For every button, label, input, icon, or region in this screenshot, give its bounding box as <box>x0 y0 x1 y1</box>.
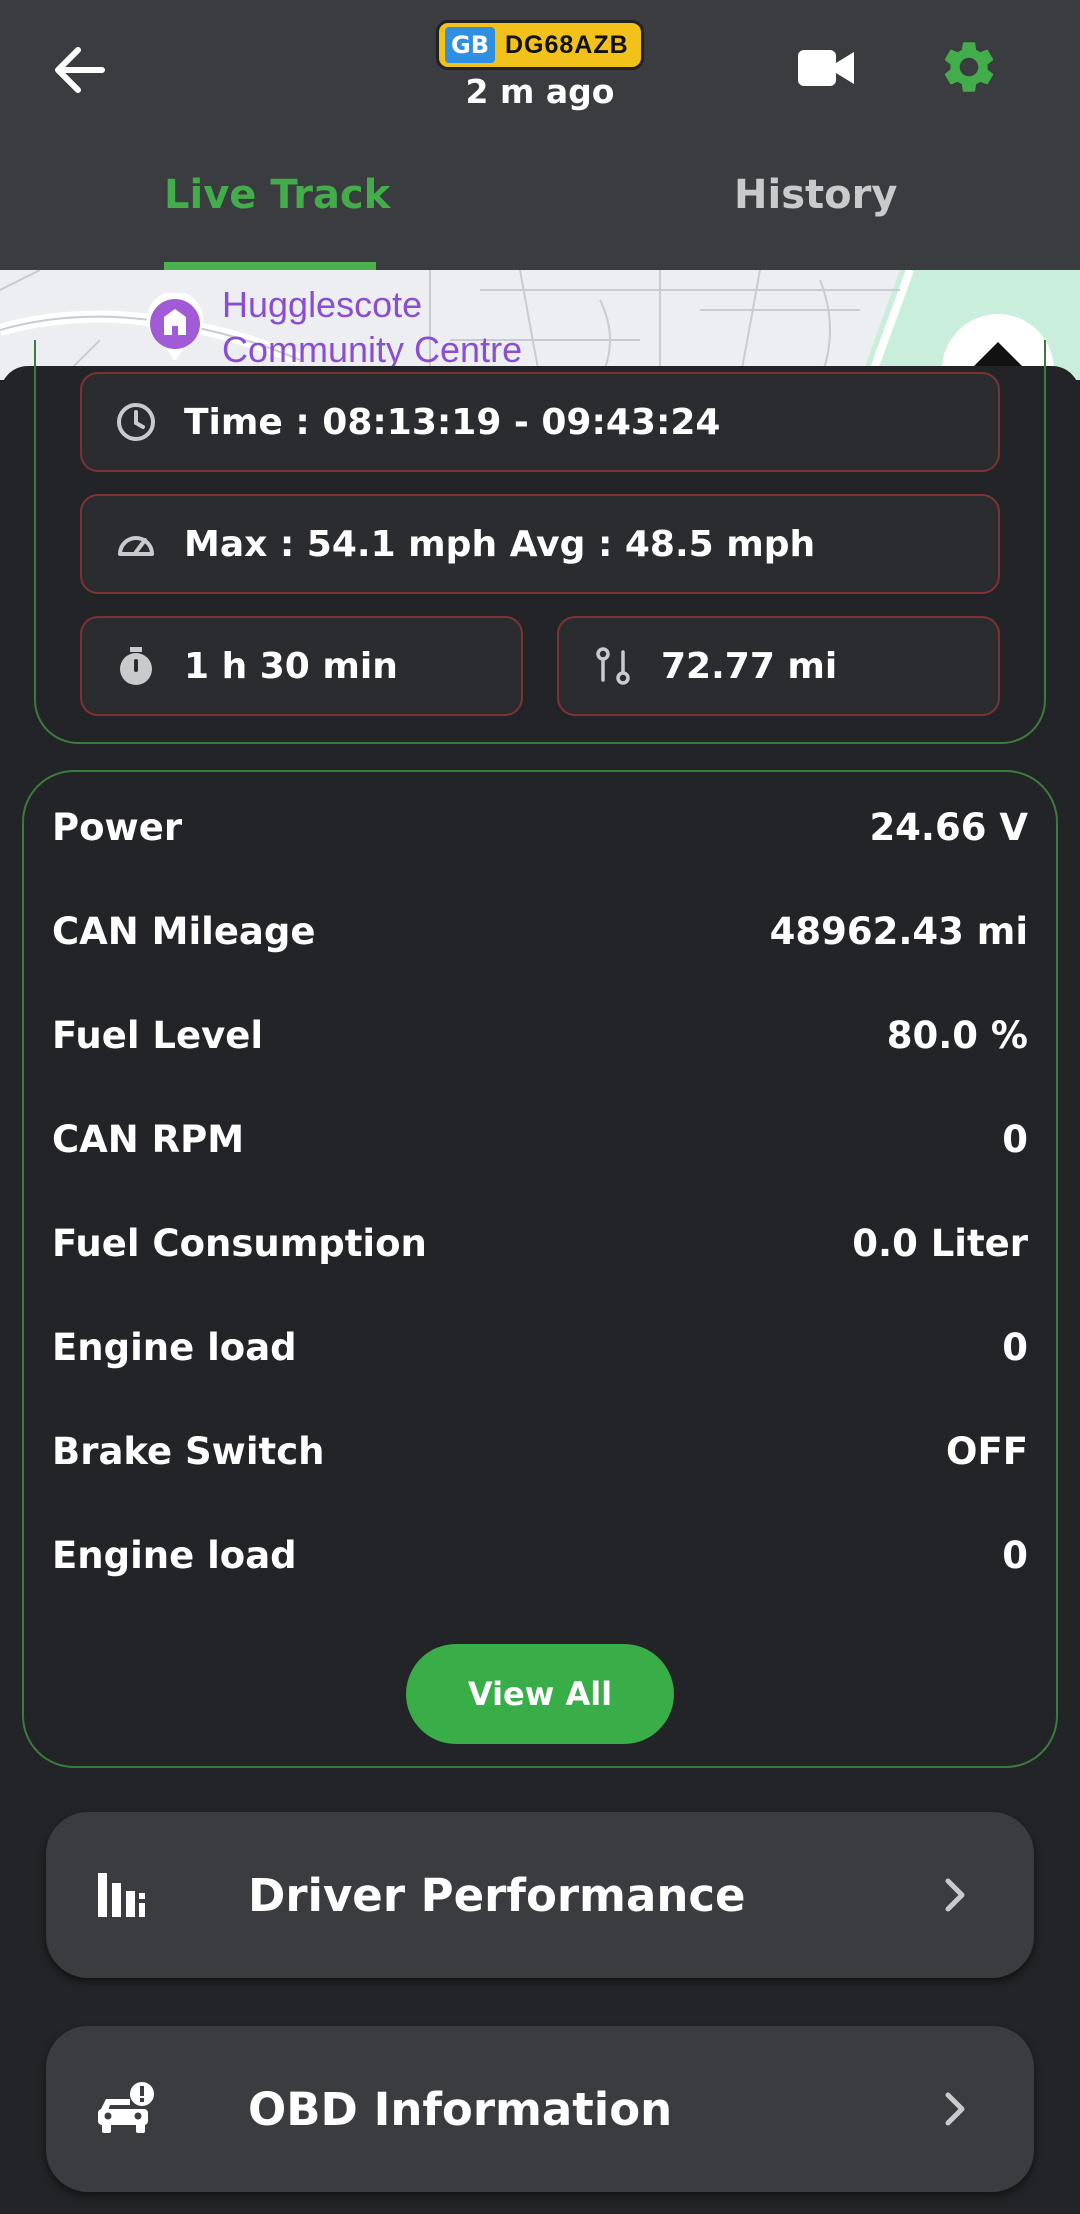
video-camera-icon[interactable] <box>796 46 856 90</box>
stat-value: 48962.43 mi <box>769 910 1028 953</box>
trip-speed-text: Max : 54.1 mph Avg : 48.5 mph <box>184 523 816 565</box>
stat-label: CAN RPM <box>52 1118 245 1161</box>
clock-icon <box>117 403 155 441</box>
plate-number: DG68AZB <box>505 30 629 59</box>
stat-row-fuel-level: Fuel Level 80.0 % <box>52 1014 1028 1057</box>
trip-time-text: Time : 08:13:19 - 09:43:24 <box>184 401 721 443</box>
stat-row-brake-switch: Brake Switch OFF <box>52 1430 1028 1473</box>
stat-value: 0 <box>1002 1534 1028 1577</box>
trip-distance-text: 72.77 mi <box>661 645 838 687</box>
trip-distance-pill: 72.77 mi <box>557 616 1000 716</box>
settings-gear-icon[interactable] <box>938 36 1000 98</box>
trip-time-pill: Time : 08:13:19 - 09:43:24 <box>80 372 1000 472</box>
stat-value: 24.66 V <box>869 806 1028 849</box>
stat-row-can-mileage: CAN Mileage 48962.43 mi <box>52 910 1028 953</box>
tab-history[interactable]: History <box>734 172 897 218</box>
license-plate: GB DG68AZB <box>436 20 644 70</box>
back-arrow-icon[interactable] <box>50 40 110 100</box>
stat-row-engine-load-2: Engine load 0 <box>52 1534 1028 1577</box>
driver-performance-card[interactable]: Driver Performance <box>46 1812 1034 1978</box>
car-alert-icon <box>98 2082 154 2133</box>
plate-country: GB <box>445 27 495 63</box>
stat-value: OFF <box>945 1430 1028 1473</box>
stat-row-power: Power 24.66 V <box>52 806 1028 849</box>
stat-row-can-rpm: CAN RPM 0 <box>52 1118 1028 1161</box>
stat-value: 0 <box>1002 1326 1028 1369</box>
obd-information-label: OBD Information <box>248 2082 673 2136</box>
stat-label: Engine load <box>52 1326 297 1369</box>
stopwatch-icon <box>120 647 152 685</box>
stat-row-engine-load: Engine load 0 <box>52 1326 1028 1369</box>
stat-value: 0 <box>1002 1118 1028 1161</box>
tab-live-track[interactable]: Live Track <box>164 172 390 218</box>
stat-row-fuel-consumption: Fuel Consumption 0.0 Liter <box>52 1222 1028 1265</box>
stat-label: Engine load <box>52 1534 297 1577</box>
chevron-right-icon <box>945 1878 965 1912</box>
trip-speed-pill: Max : 54.1 mph Avg : 48.5 mph <box>80 494 1000 594</box>
bar-chart-icon <box>98 1873 145 1917</box>
stat-value: 0.0 Liter <box>852 1222 1028 1265</box>
trip-duration-text: 1 h 30 min <box>184 645 398 687</box>
driver-performance-label: Driver Performance <box>248 1868 746 1922</box>
obd-information-card[interactable]: OBD Information <box>46 2026 1034 2192</box>
active-tab-indicator <box>164 262 376 270</box>
stat-value: 80.0 % <box>886 1014 1028 1057</box>
speedometer-icon <box>118 536 154 556</box>
chevron-right-icon <box>945 2092 965 2126</box>
stat-label: Brake Switch <box>52 1430 325 1473</box>
stat-label: Power <box>52 806 183 849</box>
view-all-button[interactable]: View All <box>406 1644 674 1744</box>
route-icon <box>596 647 630 685</box>
stat-label: CAN Mileage <box>52 910 316 953</box>
trip-duration-pill: 1 h 30 min <box>80 616 523 716</box>
last-update-text: 2 m ago <box>465 72 615 111</box>
stat-label: Fuel Level <box>52 1014 263 1057</box>
stat-label: Fuel Consumption <box>52 1222 427 1265</box>
